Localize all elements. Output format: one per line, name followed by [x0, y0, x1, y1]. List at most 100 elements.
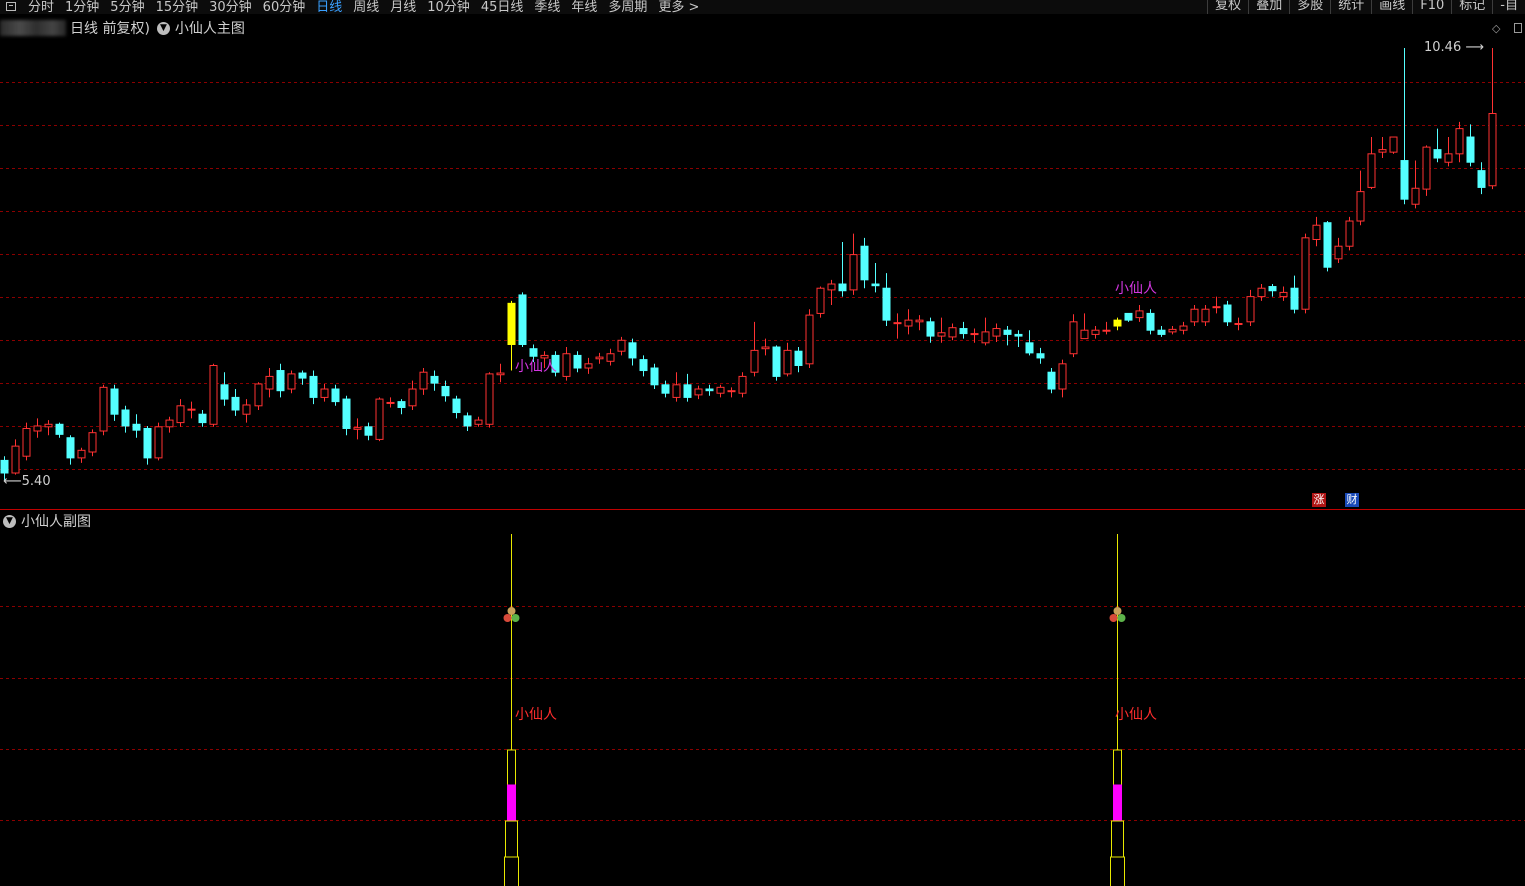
- period-daily[interactable]: 日线: [316, 0, 342, 14]
- candle-body: [937, 332, 946, 337]
- window-toggle-icon[interactable]: [1514, 23, 1522, 33]
- candle-body: [1345, 220, 1354, 247]
- candle-body: [617, 339, 626, 352]
- signal-bar-outline: [507, 749, 516, 786]
- candle-body: [992, 328, 1001, 337]
- candle-body: [1356, 191, 1365, 222]
- period-60min[interactable]: 60分钟: [263, 0, 306, 14]
- arrow-right-icon: ⟶: [1461, 40, 1484, 55]
- stock-chart-app: 分时 1分钟 5分钟 15分钟 30分钟 60分钟 日线 周线 月线 10分钟 …: [0, 0, 1525, 886]
- low-price-label: ⟵5.40: [3, 474, 51, 489]
- chart-canvas[interactable]: [0, 14, 1525, 886]
- period-15min[interactable]: 15分钟: [156, 0, 199, 14]
- custom-button[interactable]: -自: [1492, 0, 1525, 14]
- period-intraday[interactable]: 分时: [28, 0, 54, 14]
- signal-dot: [503, 614, 512, 622]
- candle-body: [893, 322, 902, 325]
- sub-panel-title: ▼ 小仙人副图: [0, 511, 91, 531]
- draw-line-button[interactable]: 画线: [1371, 0, 1412, 14]
- chevron-down-icon[interactable]: ▼: [3, 514, 16, 528]
- candle-body: [99, 386, 108, 432]
- candle-body: [1014, 333, 1023, 337]
- limit-up-badge[interactable]: 涨: [1312, 493, 1326, 507]
- period-1min[interactable]: 1分钟: [65, 0, 99, 14]
- candle-body: [121, 409, 130, 427]
- candle-body: [1477, 170, 1486, 188]
- candle-body: [1367, 153, 1376, 188]
- candle-body: [1179, 325, 1188, 331]
- diamond-icon[interactable]: ◇: [1492, 22, 1500, 35]
- candle-body: [1069, 321, 1078, 355]
- candle-body: [860, 245, 869, 281]
- high-price-value: 10.46: [1424, 40, 1462, 55]
- period-multi[interactable]: 多周期: [608, 0, 647, 14]
- candle-body: [948, 327, 957, 338]
- candle-body: [397, 401, 406, 408]
- stock-name-blurred: [0, 20, 66, 36]
- candle-body: [761, 346, 770, 350]
- candle-body: [265, 375, 274, 390]
- candle-body: [55, 423, 64, 435]
- overlay-button[interactable]: 叠加: [1248, 0, 1289, 14]
- period-45day[interactable]: 45日线: [481, 0, 524, 14]
- candle-body: [1257, 287, 1266, 298]
- candle-body: [298, 372, 307, 379]
- candle-body: [22, 427, 31, 457]
- candle-body: [474, 419, 483, 425]
- period-selector: 分时 1分钟 5分钟 15分钟 30分钟 60分钟 日线 周线 月线 10分钟 …: [0, 0, 710, 14]
- candle-body: [1157, 329, 1166, 335]
- period-30min[interactable]: 30分钟: [209, 0, 252, 14]
- candle-body: [287, 373, 296, 390]
- candle-body: [606, 353, 615, 362]
- candle-body: [1301, 237, 1310, 310]
- candle-body: [518, 294, 527, 345]
- candle-body: [849, 254, 858, 291]
- period-quarterly[interactable]: 季线: [534, 0, 560, 14]
- signal-bar-outline: [504, 856, 519, 886]
- candle-body: [77, 449, 86, 459]
- candle-body: [430, 375, 439, 384]
- sub-indicator-name[interactable]: 小仙人副图: [21, 511, 91, 531]
- candle-body: [639, 359, 648, 372]
- candle-body: [783, 349, 792, 375]
- candle-body: [1400, 160, 1409, 200]
- period-weekly[interactable]: 周线: [353, 0, 379, 14]
- f10-button[interactable]: F10: [1412, 0, 1451, 14]
- candle-body: [441, 385, 450, 397]
- period-monthly[interactable]: 月线: [390, 0, 416, 14]
- period-10min[interactable]: 10分钟: [427, 0, 470, 14]
- candle-body: [1312, 224, 1321, 241]
- candle-body: [375, 398, 384, 440]
- candle-body: [738, 375, 747, 394]
- finance-badge[interactable]: 财: [1345, 493, 1359, 507]
- candle-body: [353, 427, 362, 430]
- candle-body: [595, 356, 604, 360]
- candle-body: [904, 319, 913, 327]
- signal-dot: [511, 614, 520, 622]
- mark-button[interactable]: 标记: [1451, 0, 1492, 14]
- candle-body: [276, 370, 285, 392]
- window-menu-icon[interactable]: [6, 1, 16, 11]
- period-more-button[interactable]: 更多 >: [658, 0, 699, 14]
- candle-body: [176, 405, 185, 424]
- candle-body: [661, 384, 670, 394]
- candle-body: [970, 333, 979, 336]
- main-indicator-name[interactable]: 小仙人主图: [175, 18, 245, 38]
- candle-body: [827, 283, 836, 291]
- chevron-down-icon[interactable]: ▼: [156, 21, 170, 35]
- adjust-button[interactable]: 复权: [1207, 0, 1248, 14]
- candle-body: [882, 287, 891, 321]
- candle-body: [1223, 304, 1232, 323]
- period-yearly[interactable]: 年线: [571, 0, 597, 14]
- candle-body: [584, 363, 593, 369]
- signal-bar-outline: [1113, 749, 1122, 786]
- signal-bar-outline: [1110, 856, 1125, 886]
- candle-body: [705, 388, 714, 392]
- candle-body: [1422, 146, 1431, 190]
- high-price-label: 10.46 ⟶: [1424, 40, 1484, 55]
- period-5min[interactable]: 5分钟: [110, 0, 144, 14]
- statistics-button[interactable]: 统计: [1330, 0, 1371, 14]
- multi-stock-button[interactable]: 多股: [1289, 0, 1330, 14]
- candle-body: [11, 445, 20, 474]
- candle-body: [408, 388, 417, 407]
